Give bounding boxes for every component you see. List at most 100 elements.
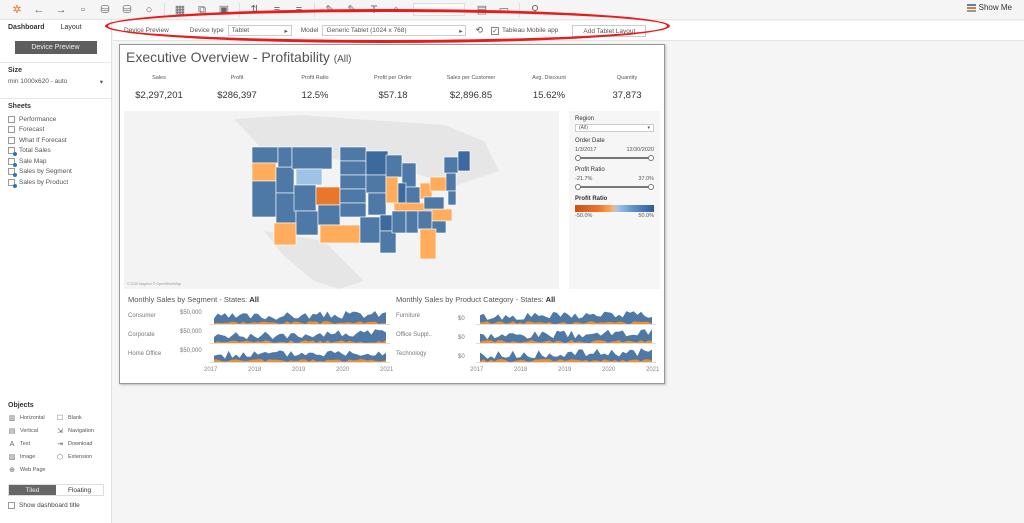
fit-dropdown[interactable] — [413, 3, 465, 16]
device-preview-button[interactable]: Device Preview — [14, 41, 97, 54]
state-shape[interactable] — [295, 168, 323, 186]
sheet-item[interactable]: Sales by Product — [8, 177, 103, 188]
sparkline-home-office[interactable] — [210, 347, 390, 363]
sheet-item[interactable]: Sales by Segment — [8, 167, 103, 178]
kpi-card[interactable]: Quantity 37,873 — [588, 75, 666, 101]
state-shape[interactable] — [275, 166, 295, 194]
model-select[interactable]: Generic Tablet (1024 x 768) ▸ — [322, 25, 467, 36]
sheet-item[interactable]: Sale Map — [8, 156, 103, 167]
state-shape[interactable] — [379, 230, 397, 254]
state-shape[interactable] — [315, 186, 341, 206]
slider-handle-min[interactable] — [575, 184, 581, 190]
state-shape[interactable] — [275, 192, 297, 224]
sparkline-office-suppl-[interactable] — [476, 328, 656, 344]
show-me-button[interactable]: Show Me — [966, 3, 1012, 12]
object-horizontal[interactable]: ▥ Horizontal — [8, 413, 56, 423]
object-web-page[interactable]: ⊕ Web Page — [8, 465, 56, 475]
sort-asc-icon[interactable]: ≡ — [270, 3, 284, 17]
state-shape[interactable] — [251, 180, 277, 218]
state-shape[interactable] — [339, 174, 367, 190]
state-shape[interactable] — [397, 182, 407, 204]
state-shape[interactable] — [317, 204, 341, 226]
state-shape[interactable] — [365, 174, 387, 194]
new-worksheet-icon[interactable]: ▦ — [173, 3, 187, 17]
kpi-card[interactable]: Profit per Order $57.18 — [354, 75, 432, 101]
show-title-checkbox[interactable]: Show dashboard title — [8, 502, 104, 509]
mobile-app-checkbox[interactable]: ✓ Tableau Mobile app — [491, 26, 558, 35]
state-shape[interactable] — [273, 222, 297, 246]
object-vertical[interactable]: ▤ Vertical — [8, 426, 56, 436]
refresh-icon[interactable]: ○ — [142, 3, 156, 17]
device-type-select[interactable]: Tablet ▸ — [227, 25, 292, 36]
state-shape[interactable] — [423, 196, 445, 210]
tab-layout[interactable]: Layout — [53, 20, 90, 36]
state-shape[interactable] — [359, 216, 381, 244]
state-shape[interactable] — [385, 176, 399, 204]
labels-icon[interactable]: T — [367, 3, 381, 17]
state-shape[interactable] — [367, 192, 387, 216]
kpi-card[interactable]: Sales per Customer $2,896.85 — [432, 75, 510, 101]
tab-dashboard[interactable]: Dashboard — [0, 20, 53, 36]
state-shape[interactable] — [457, 150, 471, 172]
region-dropdown[interactable]: (All) ▾ — [575, 124, 654, 132]
object-blank[interactable]: ☐ Blank — [56, 413, 104, 423]
state-shape[interactable] — [251, 146, 279, 164]
slider-handle-min[interactable] — [575, 155, 581, 161]
sparkline-corporate[interactable] — [210, 328, 390, 344]
state-shape[interactable] — [251, 162, 277, 182]
state-shape[interactable] — [291, 146, 333, 170]
forward-icon[interactable]: → — [54, 3, 68, 17]
state-shape[interactable] — [365, 150, 389, 176]
size-dropdown[interactable]: min 1000x620 - auto ▾ — [8, 78, 103, 86]
pin-icon[interactable]: ⌖ — [389, 3, 403, 17]
state-shape[interactable] — [431, 208, 453, 222]
highlight-icon[interactable]: ✎ — [323, 3, 337, 17]
sparkline-consumer[interactable] — [210, 309, 390, 325]
sheet-item[interactable]: Total Sales — [8, 146, 103, 157]
state-shape[interactable] — [429, 176, 449, 192]
clear-sheet-icon[interactable]: ▣ — [217, 3, 231, 17]
order-date-slider[interactable] — [575, 155, 654, 161]
state-shape[interactable] — [445, 172, 457, 192]
state-shape[interactable] — [417, 210, 433, 230]
swap-icon[interactable]: ⇅ — [248, 3, 262, 17]
sparkline-furniture[interactable] — [476, 309, 656, 325]
pause-updates-icon[interactable]: ⛁ — [120, 3, 134, 17]
sales-map[interactable]: © 2020 Mapbox © OpenStreetMap — [124, 111, 559, 289]
group-icon[interactable]: ✎ — [345, 3, 359, 17]
state-shape[interactable] — [339, 188, 367, 204]
floating-button[interactable]: Floating — [56, 485, 103, 495]
state-shape[interactable] — [339, 146, 367, 162]
state-shape[interactable] — [295, 210, 319, 236]
rotate-icon[interactable]: ⟲ — [475, 25, 483, 36]
state-shape[interactable] — [391, 210, 407, 234]
kpi-card[interactable]: Avg. Discount 15.62% — [510, 75, 588, 101]
sheet-item[interactable]: Forecast — [8, 125, 103, 136]
state-shape[interactable] — [405, 210, 419, 234]
state-shape[interactable] — [277, 146, 293, 168]
slider-handle-max[interactable] — [648, 184, 654, 190]
tableau-logo-icon[interactable]: ✲ — [10, 3, 24, 17]
kpi-card[interactable]: Profit $286,397 — [198, 75, 276, 101]
object-image[interactable]: ▨ Image — [8, 452, 56, 462]
state-shape[interactable] — [419, 228, 437, 260]
state-shape[interactable] — [319, 224, 361, 244]
share-icon[interactable]: ⚲ — [528, 3, 542, 17]
sort-desc-icon[interactable]: ≡ — [292, 3, 306, 17]
sheet-item[interactable]: What If Forecast — [8, 135, 103, 146]
add-tablet-layout-button[interactable]: Add Tablet Layout — [572, 24, 647, 37]
state-shape[interactable] — [405, 186, 421, 206]
state-shape[interactable] — [339, 202, 367, 218]
object-download[interactable]: ⇥ Download — [56, 439, 104, 449]
state-shape[interactable] — [385, 154, 403, 178]
tiled-button[interactable]: Tiled — [9, 485, 56, 495]
object-navigation[interactable]: ⇲ Navigation — [56, 426, 104, 436]
state-shape[interactable] — [443, 156, 459, 174]
duplicate-icon[interactable]: ⧉ — [195, 3, 209, 17]
object-extension[interactable]: ⬡ Extension — [56, 452, 104, 462]
object-text[interactable]: A Text — [8, 439, 56, 449]
sparkline-technology[interactable] — [476, 347, 656, 363]
fix-axes-icon[interactable]: ▤ — [475, 3, 489, 17]
slider-handle-max[interactable] — [648, 155, 654, 161]
back-icon[interactable]: ← — [32, 3, 46, 17]
